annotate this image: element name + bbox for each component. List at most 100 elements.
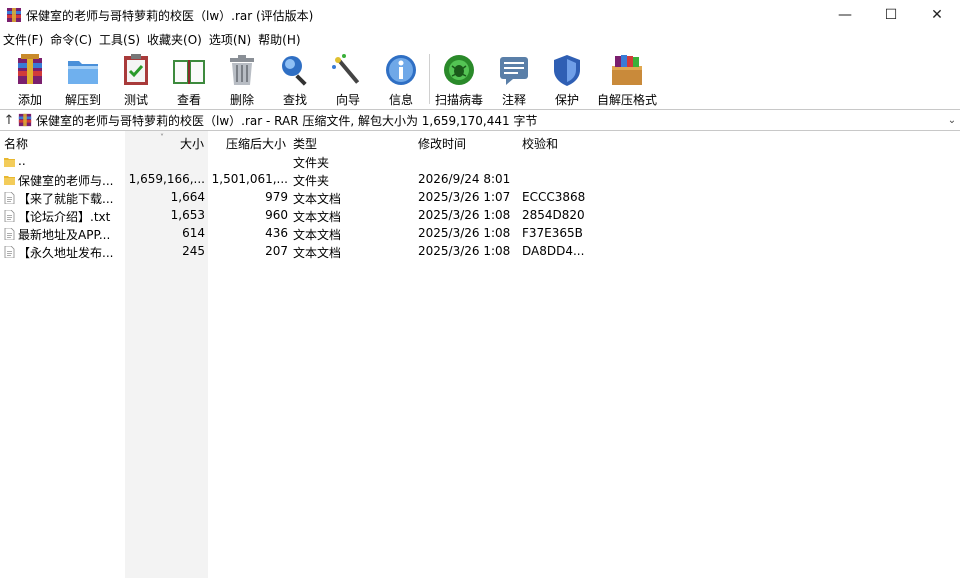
file-packed-size: 207 [265, 244, 288, 258]
file-packed-size: 436 [265, 226, 288, 240]
window-title: 保健室的老师与哥特萝莉的校医（lw）.rar (评估版本) [26, 8, 314, 23]
view-button[interactable]: 查看 [165, 50, 213, 108]
column-name[interactable]: 名称 [4, 135, 28, 152]
window-controls: — ☐ ✕ [822, 0, 960, 30]
list-header: 名称 ˅ 大小 压缩后大小 类型 修改时间 校验和 [0, 131, 960, 153]
column-modified[interactable]: 修改时间 [418, 135, 466, 152]
file-type: 文件夹 [293, 174, 330, 188]
file-type: 文本文档 [293, 228, 342, 242]
file-size: 614 [182, 226, 205, 240]
view-book-icon [173, 60, 205, 84]
file-size: 1,659,166,... [128, 172, 205, 186]
file-name: 最新地址及APP... [18, 228, 111, 242]
scan-virus-button[interactable]: 扫描病毒 [435, 50, 483, 108]
test-label: 测试 [123, 93, 148, 107]
shield-icon [554, 55, 580, 86]
file-size: 1,664 [170, 190, 205, 204]
file-list: 名称 ˅ 大小 压缩后大小 类型 修改时间 校验和 .. 文件夹 保健室的老师与..… [0, 131, 960, 578]
delete-button[interactable]: 删除 [218, 50, 266, 108]
comment-label: 注释 [501, 93, 526, 107]
extract-folder-icon [68, 61, 98, 84]
text-file-icon [4, 210, 15, 222]
archive-path: 保健室的老师与哥特萝莉的校医（lw）.rar - RAR 压缩文件, 解包大小为… [36, 113, 538, 128]
up-arrow-icon[interactable]: ↑ [0, 113, 18, 128]
close-button[interactable]: ✕ [914, 0, 960, 30]
column-type[interactable]: 类型 [293, 135, 317, 152]
file-row[interactable]: 【论坛介绍】.txt 1,653 960 文本文档 2025/3/26 1:08 2854… [0, 207, 960, 225]
add-button[interactable]: 添加 [6, 50, 54, 108]
comment-button[interactable]: 注释 [490, 50, 538, 108]
file-name: .. [18, 154, 26, 168]
text-file-icon [4, 192, 15, 204]
file-row[interactable]: 保健室的老师与... 1,659,166,... 1,501,061,... 文件夹 2… [0, 171, 960, 189]
find-label: 查找 [282, 93, 307, 107]
menu-options[interactable]: 选项(N) [206, 31, 255, 48]
virus-scan-icon [444, 55, 474, 85]
file-size: 1,653 [170, 208, 205, 222]
file-row[interactable]: 最新地址及APP... 614 436 文本文档 2025/3/26 1:08 F37E3… [0, 225, 960, 243]
file-name: 【永久地址发布... [18, 246, 114, 260]
magnifier-icon [282, 56, 307, 86]
file-row[interactable]: .. 文件夹 [0, 153, 960, 171]
file-modified: 2025/3/26 1:08 [418, 208, 511, 222]
wizard-button[interactable]: 向导 [324, 50, 372, 108]
toolbar: 添加 解压到 测试 查看 删除 查找 向导 信息 扫描病毒 注释 保护 自解压格… [0, 50, 960, 108]
add-archive-icon [18, 54, 42, 84]
protect-button[interactable]: 保护 [543, 50, 591, 108]
winrar-app-icon [7, 8, 21, 22]
folder-icon [4, 176, 15, 185]
archive-icon [18, 113, 32, 127]
minimize-button[interactable]: — [822, 0, 868, 30]
chevron-down-icon[interactable]: ⌄ [944, 115, 960, 126]
column-size[interactable]: 大小 [180, 135, 204, 152]
file-name: 【来了就能下载... [18, 192, 114, 206]
file-packed-size: 960 [265, 208, 288, 222]
test-clipboard-icon [124, 54, 148, 85]
file-type: 文本文档 [293, 210, 342, 224]
scan-virus-label: 扫描病毒 [434, 93, 483, 107]
sfx-box-icon [612, 55, 642, 85]
extract-to-button[interactable]: 解压到 [59, 50, 107, 108]
column-crc[interactable]: 校验和 [522, 135, 558, 152]
sfx-button[interactable]: 自解压格式 [597, 50, 657, 108]
sfx-label: 自解压格式 [597, 93, 658, 107]
menu-favorites[interactable]: 收藏夹(O) [144, 31, 206, 48]
test-button[interactable]: 测试 [112, 50, 160, 108]
file-modified: 2025/3/26 1:07 [418, 190, 511, 204]
menu-help[interactable]: 帮助(H) [255, 31, 304, 48]
info-label: 信息 [388, 93, 413, 107]
file-modified: 2025/3/26 1:08 [418, 244, 511, 258]
maximize-button[interactable]: ☐ [868, 0, 914, 30]
file-name: 保健室的老师与... [18, 174, 114, 188]
add-label: 添加 [17, 93, 42, 107]
info-button[interactable]: 信息 [377, 50, 425, 108]
extract-to-label: 解压到 [64, 93, 101, 107]
delete-label: 删除 [229, 93, 254, 107]
sort-arrow-icon: ˅ [160, 133, 164, 142]
wizard-wand-icon [332, 54, 360, 84]
menu-tools[interactable]: 工具(S) [96, 31, 144, 48]
find-button[interactable]: 查找 [271, 50, 319, 108]
file-type: 文本文档 [293, 192, 342, 206]
column-packed[interactable]: 压缩后大小 [226, 135, 286, 152]
view-label: 查看 [176, 93, 201, 107]
text-file-icon [4, 228, 15, 240]
comment-icon [500, 57, 528, 85]
file-size: 245 [182, 244, 205, 258]
wizard-label: 向导 [335, 93, 360, 107]
file-packed-size: 979 [265, 190, 288, 204]
file-type: 文件夹 [293, 156, 330, 170]
title-bar: 保健室的老师与哥特萝莉的校医（lw）.rar (评估版本) — ☐ ✕ [0, 0, 960, 30]
file-row[interactable]: 【来了就能下载... 1,664 979 文本文档 2025/3/26 1:07 ECCC… [0, 189, 960, 207]
file-crc: 2854D820 [522, 208, 585, 222]
protect-label: 保护 [554, 93, 579, 107]
menu-file[interactable]: 文件(F) [0, 31, 47, 48]
folder-icon [4, 158, 15, 167]
file-packed-size: 1,501,061,... [211, 172, 288, 186]
file-name: 【论坛介绍】.txt [18, 210, 111, 224]
menu-commands[interactable]: 命令(C) [47, 31, 96, 48]
text-file-icon [4, 246, 15, 258]
file-crc: F37E365B [522, 226, 583, 240]
address-bar: ↑ 保健室的老师与哥特萝莉的校医（lw）.rar - RAR 压缩文件, 解包大… [0, 109, 960, 131]
file-row[interactable]: 【永久地址发布... 245 207 文本文档 2025/3/26 1:08 DA8DD4… [0, 243, 960, 261]
